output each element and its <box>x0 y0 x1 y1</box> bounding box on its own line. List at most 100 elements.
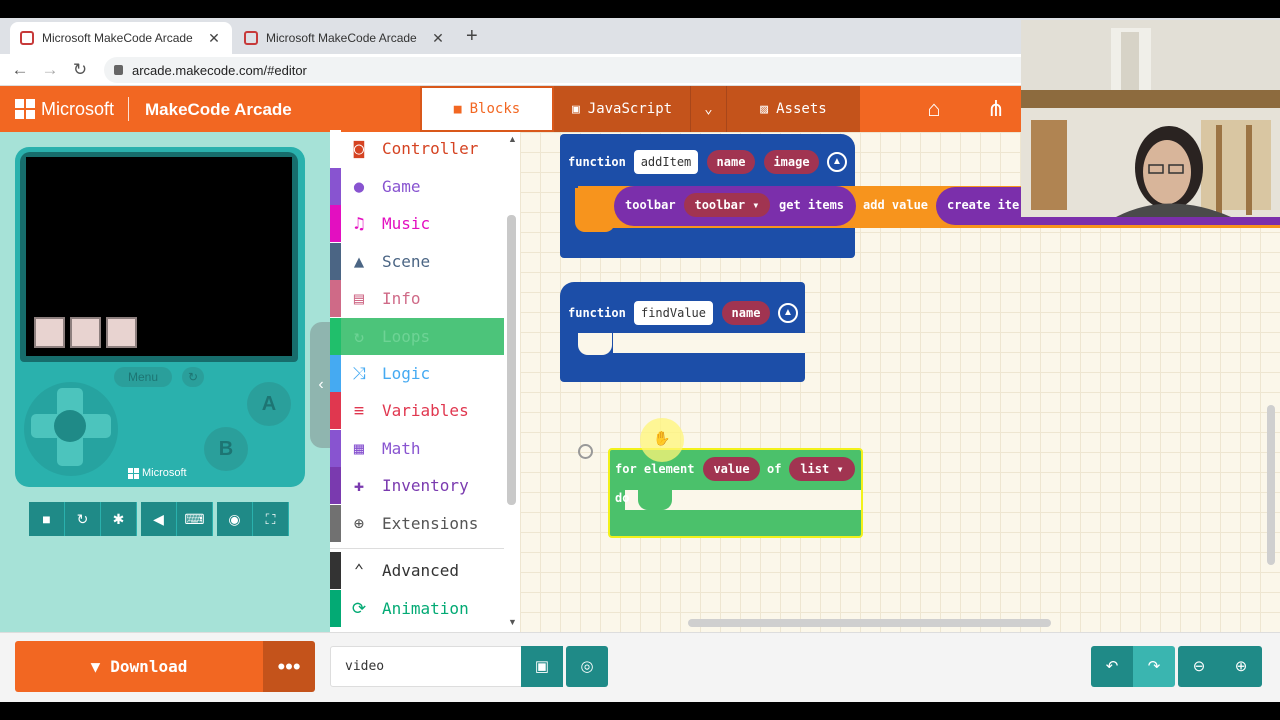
param-name[interactable]: name <box>722 301 770 325</box>
category-math[interactable]: ▦ Math <box>330 430 504 467</box>
category-info[interactable]: ▤ Info <box>330 280 504 317</box>
category-scene[interactable]: ▲ Scene <box>330 243 504 280</box>
tab-javascript-label: JavaScript <box>587 101 673 117</box>
reset-icon[interactable]: ↻ <box>182 367 204 387</box>
stop-icon[interactable]: ■ <box>29 502 65 536</box>
redo-icon[interactable]: ↷ <box>1133 646 1175 687</box>
toolbar-variable[interactable]: toolbar ▾ <box>684 193 770 217</box>
list-variable[interactable]: list ▾ <box>789 457 855 481</box>
inventory-slot <box>106 317 137 348</box>
category-controller[interactable]: ◙ Controller <box>330 130 504 167</box>
zoom-out-icon[interactable]: ⊖ <box>1178 646 1220 687</box>
toolbox-scrollbar[interactable] <box>507 215 516 505</box>
workspace-vertical-scrollbar[interactable] <box>1267 405 1275 565</box>
forward-icon[interactable]: → <box>38 58 62 82</box>
list-icon: ≡ <box>353 400 365 421</box>
download-more-button[interactable]: ••• <box>263 641 315 692</box>
plus-circle-icon: ⊕ <box>353 513 365 534</box>
reload-icon[interactable]: ↻ <box>68 58 92 82</box>
loop-variable-value[interactable]: value <box>703 457 760 481</box>
webcam-image <box>1021 20 1280 217</box>
collapse-block-icon[interactable]: ▲ <box>827 152 847 172</box>
fullscreen-icon[interactable]: ⛶ <box>253 502 289 536</box>
category-music[interactable]: ♫ Music <box>330 205 504 242</box>
tab-assets[interactable]: ▨ Assets <box>726 86 860 132</box>
category-label: Inventory <box>382 476 469 495</box>
keyboard-icon[interactable]: ⌨ <box>177 502 213 536</box>
category-inventory[interactable]: ✚ Inventory <box>330 467 504 504</box>
workspace-horizontal-scrollbar[interactable] <box>688 619 1051 627</box>
makecode-favicon-icon <box>20 31 34 45</box>
tree-icon: ▲ <box>353 251 365 272</box>
category-label: Loops <box>382 327 431 346</box>
refresh-icon: ⟳ <box>351 598 367 619</box>
microsoft-logo-icon <box>15 99 35 119</box>
category-game[interactable]: ● Game <box>330 168 504 205</box>
scroll-down-icon[interactable]: ▼ <box>508 617 517 627</box>
function-block-findvalue[interactable] <box>560 282 805 382</box>
close-tab-icon[interactable]: ✕ <box>430 30 446 47</box>
dpad-center <box>54 410 86 442</box>
collapse-block-icon[interactable]: ▲ <box>778 303 798 323</box>
collapse-simulator-icon[interactable]: ‹ <box>310 322 332 448</box>
sound-icon[interactable]: ◀ <box>141 502 177 536</box>
restart-icon[interactable]: ↻ <box>65 502 101 536</box>
chevron-up-icon: ⌃ <box>353 560 365 581</box>
category-variables[interactable]: ≡ Variables <box>330 392 504 429</box>
param-name[interactable]: name <box>707 150 755 174</box>
category-label: Game <box>382 177 421 196</box>
menu-button[interactable]: Menu <box>114 367 172 387</box>
tab-assets-label: Assets <box>776 101 827 117</box>
url-field[interactable]: arcade.makecode.com/#editor <box>104 57 1034 83</box>
back-icon[interactable]: ← <box>8 58 32 82</box>
add-value-label: add value <box>863 198 929 212</box>
toolbox-divider <box>330 548 504 549</box>
function-keyword: function <box>568 155 626 169</box>
list-variable-label: list <box>800 462 830 476</box>
do-slot-notch <box>638 490 672 510</box>
function-name-field[interactable]: addItem <box>634 150 698 174</box>
slot-notch-inner <box>578 333 612 355</box>
dropdown-caret-icon: ▾ <box>752 198 760 212</box>
chevron-down-icon: ⌄ <box>704 101 713 117</box>
category-loops[interactable]: ↻ Loops <box>330 318 504 355</box>
category-advanced[interactable]: ⌃ Advanced <box>330 552 504 589</box>
browser-tab[interactable]: Microsoft MakeCode Arcade ✕ <box>234 22 456 54</box>
toolbar-label: toolbar <box>625 198 676 212</box>
share-icon[interactable]: ⋔ <box>980 94 1012 124</box>
save-icon[interactable]: ▣ <box>521 646 563 687</box>
zoom-in-icon[interactable]: ⊕ <box>1220 646 1262 687</box>
category-label: Music <box>382 214 431 233</box>
home-icon[interactable]: ⌂ <box>918 94 950 124</box>
tab-javascript[interactable]: ▣ JavaScript <box>554 86 690 132</box>
app-name[interactable]: MakeCode Arcade <box>145 100 292 120</box>
category-extensions[interactable]: ⊕ Extensions <box>330 505 504 542</box>
game-screen[interactable] <box>26 157 292 356</box>
b-button[interactable]: B <box>204 427 248 471</box>
project-name-input[interactable]: video <box>330 646 522 687</box>
image-icon: ▨ <box>760 101 769 117</box>
category-animation[interactable]: ⟳ Animation <box>330 590 504 627</box>
browser-tab-active[interactable]: Microsoft MakeCode Arcade ✕ <box>10 22 232 54</box>
function-name-field[interactable]: findValue <box>634 301 713 325</box>
a-button[interactable]: A <box>247 382 291 426</box>
tab-blocks[interactable]: ■ Blocks <box>420 86 554 132</box>
download-button[interactable]: ▼ Download <box>15 641 263 692</box>
category-label: Logic <box>382 364 431 383</box>
param-image[interactable]: image <box>764 150 819 174</box>
new-tab-icon[interactable]: + <box>466 22 478 50</box>
calculator-icon: ▦ <box>353 438 365 459</box>
github-icon[interactable]: ◎ <box>566 646 608 687</box>
category-logic[interactable]: ⤨ Logic <box>330 355 504 392</box>
browser-tab-title: Microsoft MakeCode Arcade <box>42 31 193 45</box>
category-label: Controller <box>382 139 479 158</box>
url-text: arcade.makecode.com/#editor <box>132 62 307 78</box>
language-dropdown[interactable]: ⌄ <box>690 86 726 132</box>
inventory-slot <box>34 317 65 348</box>
debug-icon[interactable]: ✱ <box>101 502 137 536</box>
screenshot-icon[interactable]: ◉ <box>217 502 253 536</box>
scroll-up-icon[interactable]: ▲ <box>508 134 517 144</box>
brand-label[interactable]: Microsoft <box>41 99 114 120</box>
undo-icon[interactable]: ↶ <box>1091 646 1133 687</box>
close-tab-icon[interactable]: ✕ <box>206 30 222 47</box>
